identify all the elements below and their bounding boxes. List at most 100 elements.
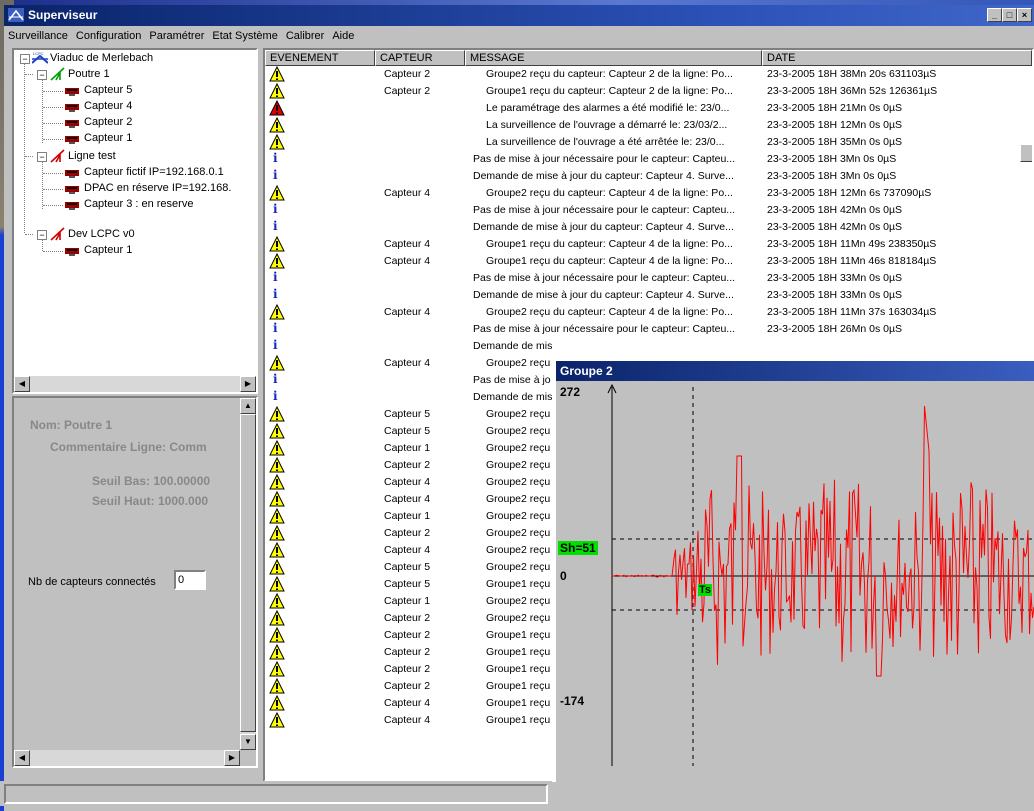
commentaire-label: Commentaire Ligne: Comm — [50, 440, 207, 454]
message-cell: Demande de mise à jour du capteur: Capte… — [473, 221, 734, 233]
table-row[interactable]: i Pas de mise à jour nécessaire pour le c… — [265, 321, 1032, 338]
warning-icon — [269, 508, 285, 524]
scroll-down-button[interactable]: ▼ — [240, 734, 256, 750]
props-hscrollbar[interactable] — [14, 750, 240, 766]
table-row[interactable]: i Pas de mise à jour nécessaire pour le c… — [265, 270, 1032, 287]
menu-surveillance[interactable]: Surveillance — [4, 30, 72, 42]
capteur-cell: Capteur 5 — [384, 408, 431, 420]
tree-sensor-label[interactable]: Capteur 1 — [84, 242, 132, 258]
date-cell: 23-3-2005 18H 33Mn 0s 0µS — [767, 289, 903, 301]
tree-hscrollbar[interactable] — [14, 376, 256, 392]
table-row[interactable]: i Pas de mise à jour nécessaire pour le c… — [265, 151, 1032, 168]
info-icon: i — [273, 168, 278, 182]
capteur-cell: Capteur 1 — [384, 442, 431, 454]
tree-group-label[interactable]: Poutre 1 — [68, 66, 110, 82]
capteur-cell: Capteur 2 — [384, 612, 431, 624]
tree-group-label[interactable]: Dev LCPC v0 — [68, 226, 135, 242]
capteur-cell: Capteur 2 — [384, 527, 431, 539]
column-header-date[interactable]: DATE — [762, 50, 1032, 66]
table-row[interactable]: Capteur 2 Groupe1 reçu du capteur: Capteu… — [265, 83, 1032, 100]
warning-icon — [269, 66, 285, 82]
date-cell: 23-3-2005 18H 38Mn 20s 631103µS — [767, 68, 937, 80]
table-row[interactable]: Capteur 4 Groupe1 reçu du capteur: Capteu… — [265, 236, 1032, 253]
table-row[interactable]: i Demande de mise à jour du capteur: Capt… — [265, 168, 1032, 185]
table-row[interactable]: i Demande de mise à jour du capteur: Capt… — [265, 287, 1032, 304]
title-bar[interactable]: Superviseur _ □ × — [4, 5, 1034, 26]
alarm-icon — [269, 100, 285, 116]
column-header-message[interactable]: MESSAGE — [465, 50, 762, 66]
scroll-left-button[interactable]: ◀ — [14, 750, 30, 766]
tree-group-label[interactable]: Ligne test — [68, 148, 116, 164]
capteur-cell: Capteur 2 — [384, 68, 431, 80]
table-row[interactable]: i Demande de mis — [265, 338, 1032, 355]
message-cell: Pas de mise à jour nécessaire pour le ca… — [473, 153, 736, 165]
info-icon: i — [273, 287, 278, 301]
window-title: Superviseur — [28, 8, 98, 22]
column-header-evenement[interactable]: EVENEMENT — [265, 50, 375, 66]
tree-root-label[interactable]: Viaduc de Merlebach — [50, 50, 153, 66]
column-header-capteur[interactable]: CAPTEUR — [375, 50, 465, 66]
table-row[interactable]: La surveillence de l'ouvrage a été arrêt… — [265, 134, 1032, 151]
scroll-left-button[interactable]: ◀ — [14, 376, 30, 392]
seuil-bas-label: Seuil Bas: 100.00000 — [92, 474, 211, 488]
tree-sensor-label[interactable]: Capteur 4 — [84, 98, 132, 114]
tree-sensor-label[interactable]: Capteur 1 — [84, 130, 132, 146]
message-cell: Groupe2 reçu du capteur: Capteur 4 de la… — [486, 187, 733, 199]
message-cell: Pas de mise à jour nécessaire pour le ca… — [473, 204, 736, 216]
menu-etat-systeme[interactable]: Etat Système — [208, 30, 281, 42]
tree-sensor-label[interactable]: Capteur 2 — [84, 114, 132, 130]
status-pane — [4, 784, 548, 804]
table-row[interactable]: La surveillence de l'ouvrage a démarré l… — [265, 117, 1032, 134]
tree-sensor-label[interactable]: DPAC en réserve IP=192.168. — [84, 180, 231, 196]
signal-plot — [607, 383, 1034, 766]
warning-icon — [269, 610, 285, 626]
menu-parametrer[interactable]: Paramétrer — [145, 30, 208, 42]
menu-configuration[interactable]: Configuration — [72, 30, 145, 42]
capteur-cell: Capteur 2 — [384, 629, 431, 641]
minimize-button[interactable]: _ — [987, 8, 1002, 22]
table-row[interactable]: Le paramétrage des alarmes a été modifié… — [265, 100, 1032, 117]
warning-icon — [269, 542, 285, 558]
tree-sensor-label[interactable]: Capteur 3 : en reserve — [84, 196, 193, 212]
menu-calibrer[interactable]: Calibrer — [282, 30, 329, 42]
sensor-icon — [65, 88, 79, 96]
warning-icon — [269, 576, 285, 592]
graph-title[interactable]: Groupe 2 — [556, 361, 1034, 381]
nb-capteurs-field[interactable] — [174, 570, 206, 590]
warning-icon — [269, 644, 285, 660]
signal-trace — [611, 405, 1034, 677]
table-row[interactable]: i Pas de mise à jour nécessaire pour le c… — [265, 202, 1032, 219]
structure-tree[interactable]: − LCPC Viaduc de Merlebach − Poutre 1 Ca… — [12, 48, 258, 394]
tree-sensor-label[interactable]: Capteur fictif IP=192.168.0.1 — [84, 164, 224, 180]
info-icon: i — [273, 321, 278, 335]
table-row[interactable]: Capteur 2 Groupe2 reçu du capteur: Capteu… — [265, 66, 1032, 83]
collapse-icon[interactable]: − — [20, 54, 30, 64]
date-cell: 23-3-2005 18H 12Mn 6s 737090µS — [767, 187, 932, 199]
ts-marker-label: Ts — [698, 584, 713, 596]
table-row[interactable]: Capteur 4 Groupe2 reçu du capteur: Capteu… — [265, 185, 1032, 202]
close-button[interactable]: × — [1017, 8, 1032, 22]
table-row[interactable]: Capteur 4 Groupe1 reçu du capteur: Capteu… — [265, 253, 1032, 270]
scroll-thumb[interactable] — [1020, 144, 1032, 162]
table-row[interactable]: Capteur 4 Groupe2 reçu du capteur: Capteu… — [265, 304, 1032, 321]
message-cell: La surveillence de l'ouvrage a démarré l… — [486, 119, 728, 131]
warning-icon — [269, 695, 285, 711]
menu-aide[interactable]: Aide — [328, 30, 358, 42]
warning-icon — [269, 253, 285, 269]
table-row[interactable]: i Demande de mise à jour du capteur: Capt… — [265, 219, 1032, 236]
scroll-thumb[interactable] — [240, 414, 256, 732]
capteur-cell: Capteur 4 — [384, 357, 431, 369]
tree-sensor-label[interactable]: Capteur 5 — [84, 82, 132, 98]
warning-icon — [269, 83, 285, 99]
warning-icon — [269, 712, 285, 728]
scroll-right-button[interactable]: ▶ — [224, 750, 240, 766]
warning-icon — [269, 474, 285, 490]
scroll-right-button[interactable]: ▶ — [240, 376, 256, 392]
viaduct-icon: LCPC — [32, 51, 48, 64]
scroll-up-button[interactable]: ▲ — [240, 398, 256, 414]
sensor-icon — [65, 248, 79, 256]
maximize-button[interactable]: □ — [1002, 8, 1017, 22]
warning-icon — [269, 457, 285, 473]
warning-icon — [269, 678, 285, 694]
capteur-cell: Capteur 4 — [384, 306, 431, 318]
